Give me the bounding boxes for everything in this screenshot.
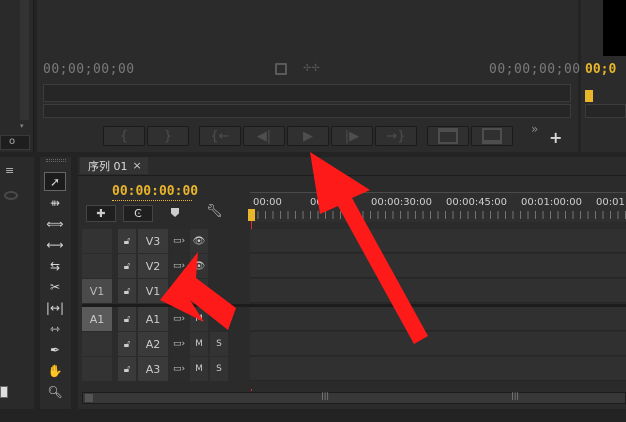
arrow-to-v1-track-icon xyxy=(160,252,236,330)
annotation-arrows xyxy=(160,152,428,344)
arrow-to-play-button-icon xyxy=(310,152,428,344)
